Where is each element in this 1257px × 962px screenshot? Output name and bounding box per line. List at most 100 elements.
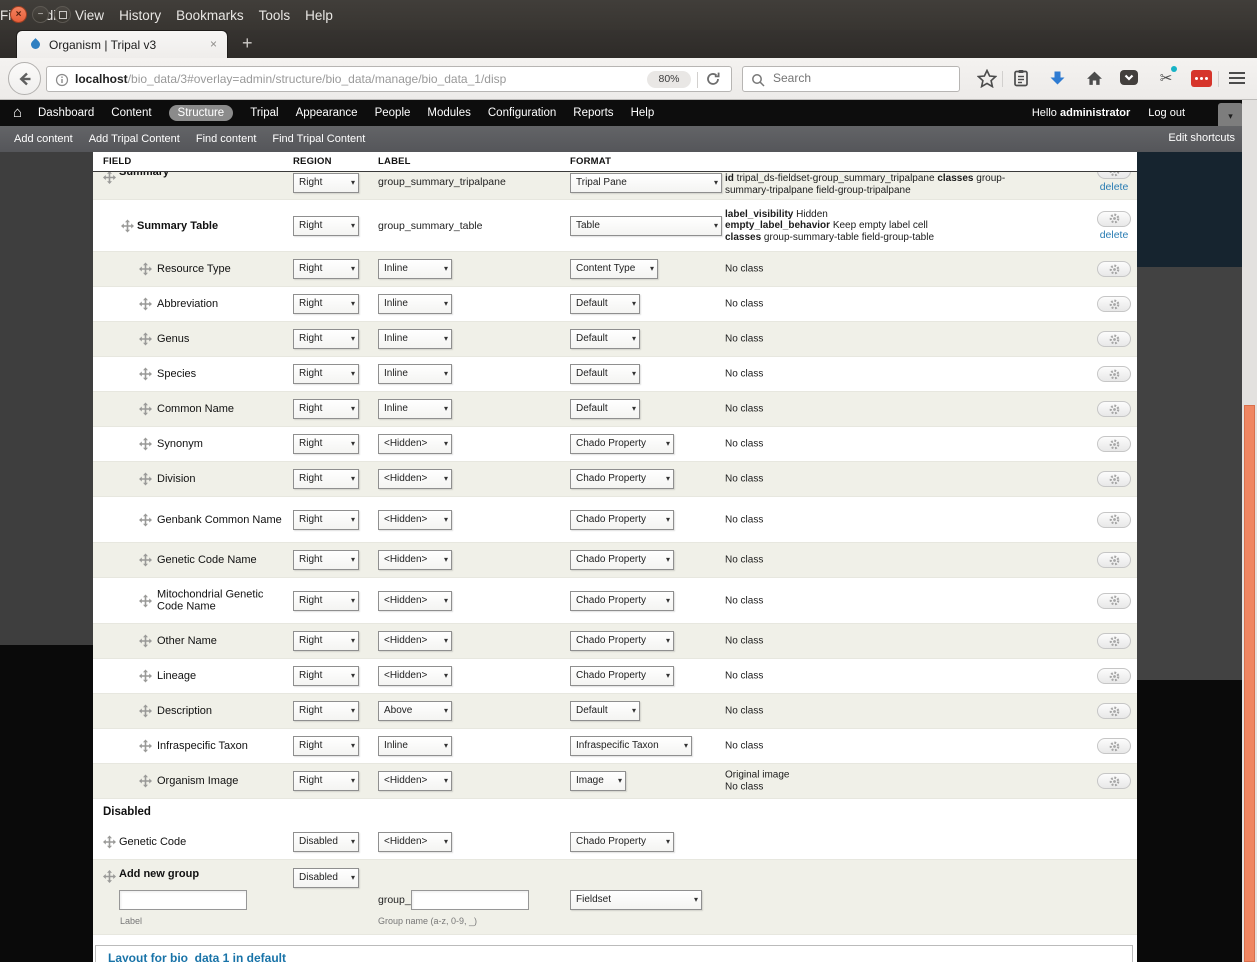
pocket-icon[interactable]: [1118, 67, 1140, 89]
format-select[interactable]: Chado Property: [570, 434, 674, 454]
region-select[interactable]: Right: [293, 329, 359, 349]
drag-handle-icon[interactable]: [103, 836, 116, 849]
format-select[interactable]: Chado Property: [570, 591, 674, 611]
label-select[interactable]: Inline: [378, 364, 452, 384]
label-select[interactable]: <Hidden>: [378, 771, 452, 791]
drag-handle-icon[interactable]: [139, 740, 152, 753]
new-group-name-input[interactable]: [411, 890, 529, 910]
label-select[interactable]: <Hidden>: [378, 631, 452, 651]
drag-handle-icon[interactable]: [139, 298, 152, 311]
admin-item-dashboard[interactable]: Dashboard: [38, 107, 94, 119]
back-button[interactable]: [8, 62, 41, 95]
settings-gear-button[interactable]: [1097, 331, 1131, 347]
label-select[interactable]: <Hidden>: [378, 666, 452, 686]
admin-item-tripal[interactable]: Tripal: [250, 107, 278, 119]
shortcut-add-tripal-content[interactable]: Add Tripal Content: [89, 133, 180, 145]
admin-item-reports[interactable]: Reports: [573, 107, 613, 119]
browser-tab[interactable]: Organism | Tripal v3 ×: [16, 30, 228, 58]
settings-gear-button[interactable]: [1097, 296, 1131, 312]
format-select[interactable]: Tripal Pane: [570, 173, 722, 193]
format-select[interactable]: Chado Property: [570, 631, 674, 651]
format-select[interactable]: Table: [570, 216, 722, 236]
shortcut-add-content[interactable]: Add content: [14, 133, 73, 145]
settings-gear-button[interactable]: [1097, 633, 1131, 649]
label-select[interactable]: <Hidden>: [378, 510, 452, 530]
settings-gear-button[interactable]: [1097, 172, 1131, 179]
settings-gear-button[interactable]: [1097, 593, 1131, 609]
region-select[interactable]: Right: [293, 771, 359, 791]
menu-view[interactable]: View: [75, 8, 104, 23]
settings-gear-button[interactable]: [1097, 261, 1131, 277]
zoom-level-badge[interactable]: 80%: [647, 71, 691, 88]
delete-link[interactable]: delete: [1100, 181, 1129, 193]
region-select[interactable]: Right: [293, 510, 359, 530]
hamburger-menu-icon[interactable]: [1226, 67, 1248, 89]
region-select[interactable]: Right: [293, 434, 359, 454]
label-select[interactable]: <Hidden>: [378, 832, 452, 852]
scrollbar-thumb[interactable]: [1244, 405, 1255, 962]
admin-item-modules[interactable]: Modules: [427, 107, 470, 119]
region-select[interactable]: Right: [293, 666, 359, 686]
region-select[interactable]: Right: [293, 399, 359, 419]
menu-bookmarks[interactable]: Bookmarks: [176, 8, 244, 23]
format-select[interactable]: Fieldset: [570, 890, 702, 910]
admin-item-content[interactable]: Content: [111, 107, 151, 119]
screenshot-tool-icon[interactable]: ✂: [1155, 67, 1177, 89]
format-select[interactable]: Chado Property: [570, 510, 674, 530]
region-select[interactable]: Right: [293, 591, 359, 611]
region-select[interactable]: Right: [293, 259, 359, 279]
label-select[interactable]: <Hidden>: [378, 469, 452, 489]
label-select[interactable]: <Hidden>: [378, 434, 452, 454]
window-close-button[interactable]: ×: [10, 6, 27, 23]
menu-tools[interactable]: Tools: [259, 8, 291, 23]
format-select[interactable]: Image: [570, 771, 626, 791]
drag-handle-icon[interactable]: [139, 635, 152, 648]
region-select[interactable]: Disabled: [293, 868, 359, 888]
url-bar[interactable]: localhost/bio_data/3#overlay=admin/struc…: [46, 66, 732, 92]
admin-item-structure[interactable]: Structure: [169, 105, 234, 121]
region-select[interactable]: Right: [293, 631, 359, 651]
settings-gear-button[interactable]: [1097, 401, 1131, 417]
admin-item-help[interactable]: Help: [631, 107, 655, 119]
region-select[interactable]: Right: [293, 736, 359, 756]
settings-gear-button[interactable]: [1097, 512, 1131, 528]
label-select[interactable]: Inline: [378, 736, 452, 756]
label-select[interactable]: Inline: [378, 294, 452, 314]
format-select[interactable]: Infraspecific Taxon: [570, 736, 692, 756]
region-select[interactable]: Disabled: [293, 832, 359, 852]
site-info-icon[interactable]: [55, 73, 69, 87]
drag-handle-icon[interactable]: [139, 473, 152, 486]
label-select[interactable]: Inline: [378, 329, 452, 349]
drag-handle-icon[interactable]: [139, 438, 152, 451]
format-select[interactable]: Chado Property: [570, 666, 674, 686]
drag-handle-icon[interactable]: [139, 403, 152, 416]
extension-icon[interactable]: [1190, 67, 1212, 89]
drag-handle-icon[interactable]: [139, 554, 152, 567]
settings-gear-button[interactable]: [1097, 773, 1131, 789]
settings-gear-button[interactable]: [1097, 436, 1131, 452]
bookmark-star-icon[interactable]: [976, 67, 998, 89]
shortcut-find-content[interactable]: Find content: [196, 133, 257, 145]
settings-gear-button[interactable]: [1097, 668, 1131, 684]
drag-handle-icon[interactable]: [139, 705, 152, 718]
drag-handle-icon[interactable]: [139, 513, 152, 526]
reading-list-icon[interactable]: [1010, 67, 1032, 89]
drag-handle-icon[interactable]: [103, 870, 116, 883]
downloads-icon[interactable]: [1046, 67, 1068, 89]
format-select[interactable]: Chado Property: [570, 469, 674, 489]
settings-gear-button[interactable]: [1097, 471, 1131, 487]
window-maximize-button[interactable]: [54, 6, 71, 23]
format-select[interactable]: Default: [570, 701, 640, 721]
settings-gear-button[interactable]: [1097, 703, 1131, 719]
region-select[interactable]: Right: [293, 364, 359, 384]
menu-help[interactable]: Help: [305, 8, 333, 23]
shortcut-find-tripal-content[interactable]: Find Tripal Content: [272, 133, 365, 145]
region-select[interactable]: Right: [293, 701, 359, 721]
drag-handle-icon[interactable]: [139, 263, 152, 276]
format-select[interactable]: Chado Property: [570, 832, 674, 852]
label-select[interactable]: Above: [378, 701, 452, 721]
admin-home-icon[interactable]: ⌂: [13, 104, 22, 121]
label-select[interactable]: Inline: [378, 259, 452, 279]
format-select[interactable]: Default: [570, 364, 640, 384]
label-select[interactable]: <Hidden>: [378, 550, 452, 570]
